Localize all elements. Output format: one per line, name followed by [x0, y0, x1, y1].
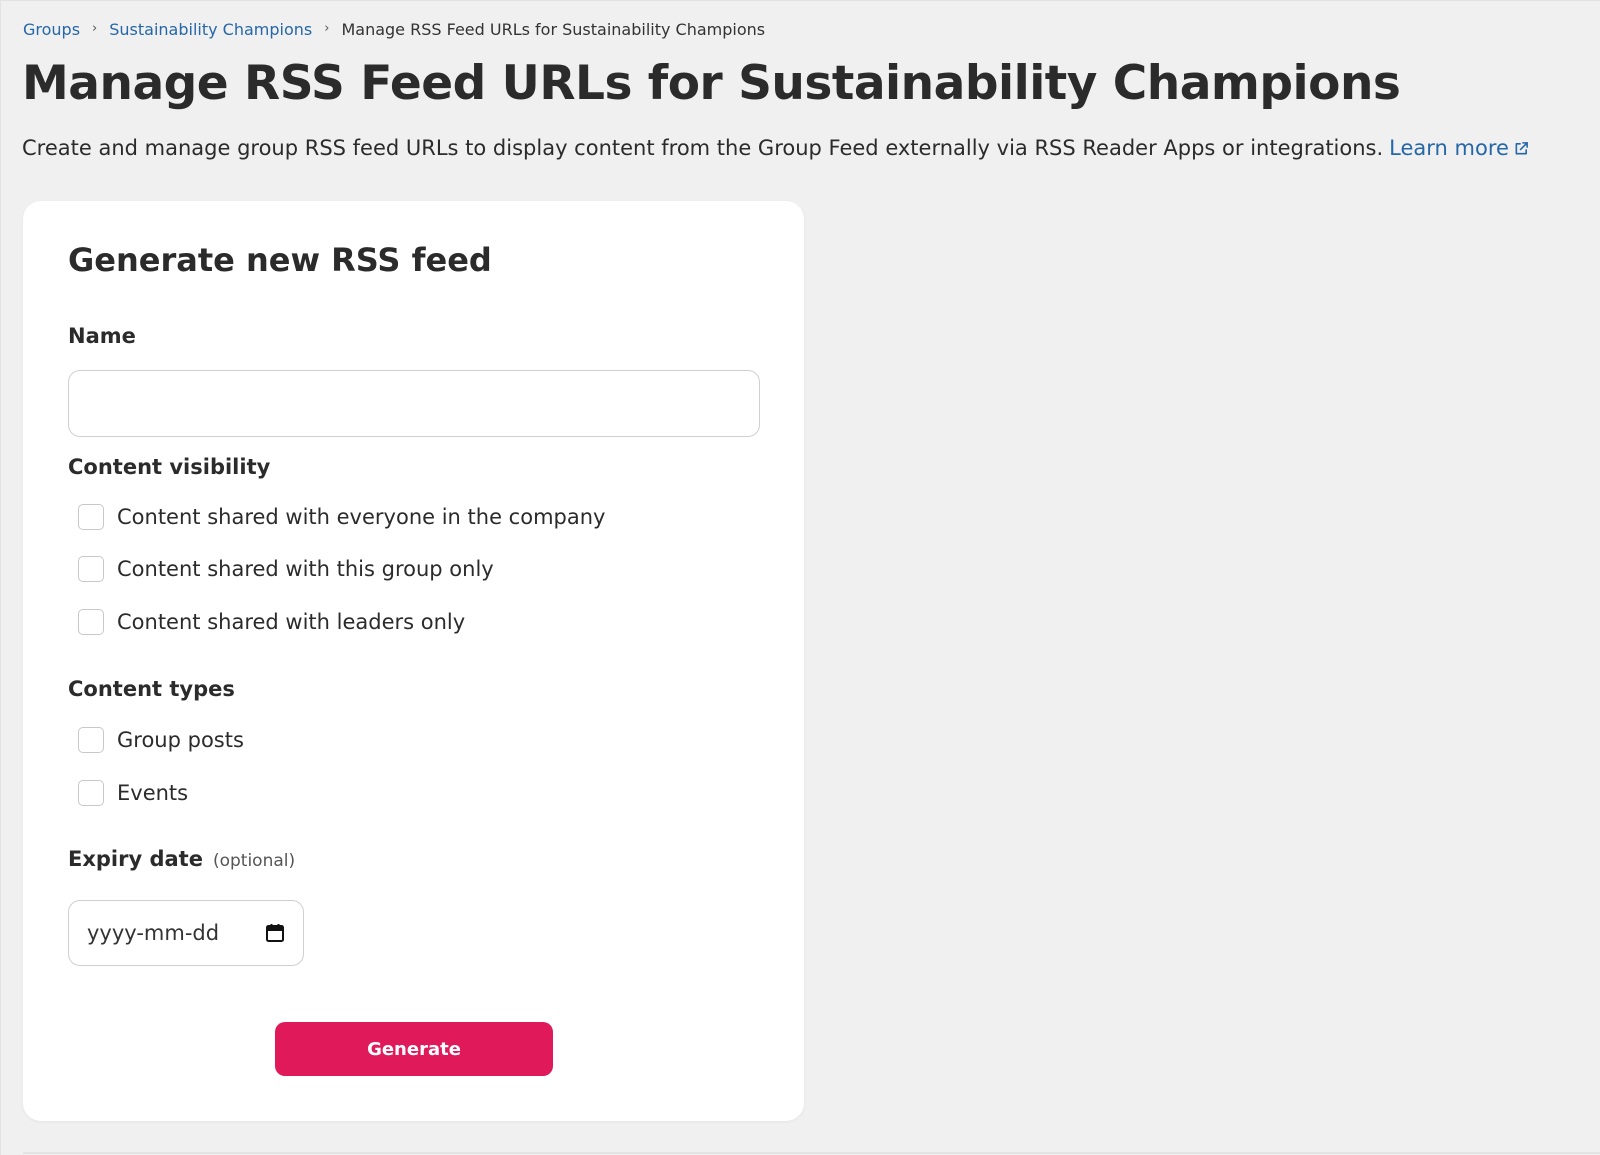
checkbox[interactable] [78, 609, 104, 635]
chevron-right-icon: › [92, 21, 98, 36]
page-description: Create and manage group RSS feed URLs to… [22, 136, 1529, 160]
checkbox-label: Content shared with leaders only [117, 610, 466, 634]
learn-more-link[interactable]: Learn more [1389, 136, 1529, 160]
checkbox-label: Content shared with this group only [117, 557, 494, 581]
visibility-option-group[interactable]: Content shared with this group only [78, 556, 494, 582]
expiry-date-label: Expiry date [68, 847, 203, 871]
breadcrumb: Groups › Sustainability Champions › Mana… [23, 20, 765, 39]
content-visibility-label: Content visibility [68, 455, 271, 479]
expiry-date-input[interactable]: yyyy-mm-dd [68, 900, 304, 966]
date-placeholder: yyyy-mm-dd [87, 921, 220, 945]
checkbox-label: Group posts [117, 728, 244, 752]
type-option-events[interactable]: Events [78, 780, 188, 806]
learn-more-label: Learn more [1389, 136, 1509, 160]
generate-feed-card: Generate new RSS feed Name Content visib… [23, 201, 804, 1121]
breadcrumb-link-group[interactable]: Sustainability Champions [109, 20, 312, 39]
external-link-icon [1514, 141, 1529, 156]
left-border [0, 0, 1, 1155]
generate-button[interactable]: Generate [275, 1022, 553, 1076]
divider [23, 1152, 1600, 1154]
calendar-icon[interactable] [265, 923, 285, 943]
breadcrumb-link-groups[interactable]: Groups [23, 20, 80, 39]
content-types-label: Content types [68, 677, 235, 701]
type-option-group-posts[interactable]: Group posts [78, 727, 244, 753]
top-border [0, 0, 1600, 1]
checkbox[interactable] [78, 727, 104, 753]
optional-hint: (optional) [212, 851, 296, 871]
checkbox[interactable] [78, 504, 104, 530]
page-description-text: Create and manage group RSS feed URLs to… [22, 136, 1384, 160]
name-label: Name [68, 324, 136, 348]
chevron-right-icon: › [324, 21, 330, 36]
checkbox-label: Events [117, 781, 189, 805]
checkbox[interactable] [78, 556, 104, 582]
visibility-option-company[interactable]: Content shared with everyone in the comp… [78, 504, 605, 530]
page-title: Manage RSS Feed URLs for Sustainability … [22, 56, 1401, 111]
breadcrumb-current: Manage RSS Feed URLs for Sustainability … [341, 20, 766, 39]
expiry-date-label-row: Expiry date (optional) [68, 847, 295, 871]
checkbox-label: Content shared with everyone in the comp… [117, 505, 606, 529]
name-input[interactable] [68, 370, 760, 437]
checkbox[interactable] [78, 780, 104, 806]
card-title: Generate new RSS feed [68, 241, 492, 279]
visibility-option-leaders[interactable]: Content shared with leaders only [78, 609, 465, 635]
